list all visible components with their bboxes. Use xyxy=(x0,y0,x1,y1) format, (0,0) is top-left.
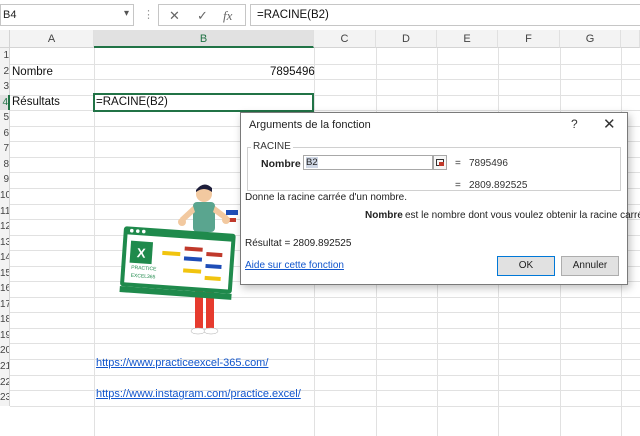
row-header-2[interactable]: 2 xyxy=(0,64,10,80)
link-instagram[interactable]: https://www.instagram.com/practice.excel… xyxy=(96,388,301,400)
link-practiceexcel[interactable]: https://www.practiceexcel-365.com/ xyxy=(96,357,268,369)
row-gridline xyxy=(10,79,640,80)
row-header-13[interactable]: 13 xyxy=(0,235,10,251)
argument-equals: = xyxy=(455,158,461,169)
formula-input[interactable]: =RACINE(B2) xyxy=(250,4,640,26)
column-header-e[interactable]: E xyxy=(437,30,498,48)
result-label: Résultat = xyxy=(245,238,291,249)
result-value: 2809.892525 xyxy=(293,238,352,249)
row-header-12[interactable]: 12 xyxy=(0,219,10,235)
dialog-title: Arguments de la fonction xyxy=(249,119,371,131)
svg-text:X: X xyxy=(136,245,146,261)
formula-text: =RACINE(B2) xyxy=(257,9,329,21)
row-header-17[interactable]: 17 xyxy=(0,297,10,313)
name-box[interactable]: B4 ▾ xyxy=(0,4,134,26)
insert-function-icon[interactable]: fx xyxy=(223,8,232,24)
row-header-14[interactable]: 14 xyxy=(0,250,10,266)
cell-b2[interactable]: 7895496 xyxy=(270,66,315,78)
row-gridline xyxy=(10,375,640,376)
column-header-c[interactable]: C xyxy=(314,30,376,48)
function-arguments-dialog: Arguments de la fonction ? ✕ RACINE Nomb… xyxy=(240,112,640,285)
row-header-18[interactable]: 18 xyxy=(0,312,10,328)
more-options-icon[interactable]: ⋮ xyxy=(143,8,154,21)
ok-button[interactable]: OK xyxy=(497,256,555,276)
argument-input-nombre[interactable]: B2 xyxy=(303,155,433,170)
cancel-button[interactable]: Annuler xyxy=(561,256,619,276)
collapse-dialog-button[interactable] xyxy=(433,155,447,170)
row-header-16[interactable]: 16 xyxy=(0,281,10,297)
row-header-21[interactable]: 21 xyxy=(0,359,10,375)
column-header-d[interactable]: D xyxy=(376,30,437,48)
cell-b4[interactable]: =RACINE(B2) xyxy=(96,96,168,108)
row-header-15[interactable]: 15 xyxy=(0,266,10,282)
argument-description-name: Nombre xyxy=(365,210,403,221)
row-header-3[interactable]: 3 xyxy=(0,79,10,95)
row-header-23[interactable]: 23 xyxy=(0,390,10,406)
cell-a4[interactable]: Résultats xyxy=(12,96,60,108)
row-header-10[interactable]: 10 xyxy=(0,188,10,204)
row-header-1[interactable]: 1 xyxy=(0,48,10,64)
row-header-22[interactable]: 22 xyxy=(0,375,10,391)
row-gridline xyxy=(10,406,640,407)
row-gridline xyxy=(10,297,640,298)
row-header-4[interactable]: 4 xyxy=(0,95,10,111)
select-all-corner[interactable] xyxy=(0,30,10,48)
row-header-6[interactable]: 6 xyxy=(0,126,10,142)
row-header-8[interactable]: 8 xyxy=(0,157,10,173)
close-icon[interactable]: ✕ xyxy=(603,115,616,133)
chevron-down-icon[interactable]: ▾ xyxy=(124,8,129,19)
row-header-20[interactable]: 20 xyxy=(0,343,10,359)
argument-description: est le nombre dont vous voulez obtenir l… xyxy=(405,210,640,221)
column-header-b[interactable]: B xyxy=(94,30,314,48)
function-result-preview: 2809.892525 xyxy=(469,180,528,191)
row-header-19[interactable]: 19 xyxy=(0,328,10,344)
function-equals: = xyxy=(455,180,461,191)
cell-a2[interactable]: Nombre xyxy=(12,66,53,78)
column-header-f[interactable]: F xyxy=(498,30,560,48)
row-header-7[interactable]: 7 xyxy=(0,141,10,157)
row-gridline xyxy=(10,328,640,329)
row-gridline xyxy=(10,64,640,65)
cancel-icon[interactable]: ✕ xyxy=(169,8,180,24)
help-link[interactable]: Aide sur cette fonction xyxy=(245,260,344,271)
argument-label-nombre: Nombre xyxy=(261,158,301,170)
argument-input-value: B2 xyxy=(306,157,318,168)
row-header-11[interactable]: 11 xyxy=(0,204,10,220)
row-gridline xyxy=(10,343,640,344)
function-description: Donne la racine carrée d'un nombre. xyxy=(245,192,408,203)
formula-buttons: ✕ ✓ fx xyxy=(158,4,246,26)
row-header-9[interactable]: 9 xyxy=(0,172,10,188)
help-icon[interactable]: ? xyxy=(571,117,578,131)
column-header-a[interactable]: A xyxy=(10,30,94,48)
column-header-g[interactable]: G xyxy=(560,30,621,48)
practice-excel-illustration: X PRACTICE EXCEL365 xyxy=(119,184,238,335)
range-select-icon-accent xyxy=(439,162,444,166)
argument-value-preview: 7895496 xyxy=(469,158,508,169)
column-header-h[interactable] xyxy=(621,30,640,48)
formula-bar: B4 ▾ ⋮ ✕ ✓ fx =RACINE(B2) xyxy=(0,0,640,31)
row-gridline xyxy=(10,312,640,313)
name-box-value: B4 xyxy=(3,9,17,21)
confirm-icon[interactable]: ✓ xyxy=(197,8,208,24)
function-name-label: RACINE xyxy=(251,141,293,152)
row-header-5[interactable]: 5 xyxy=(0,110,10,126)
